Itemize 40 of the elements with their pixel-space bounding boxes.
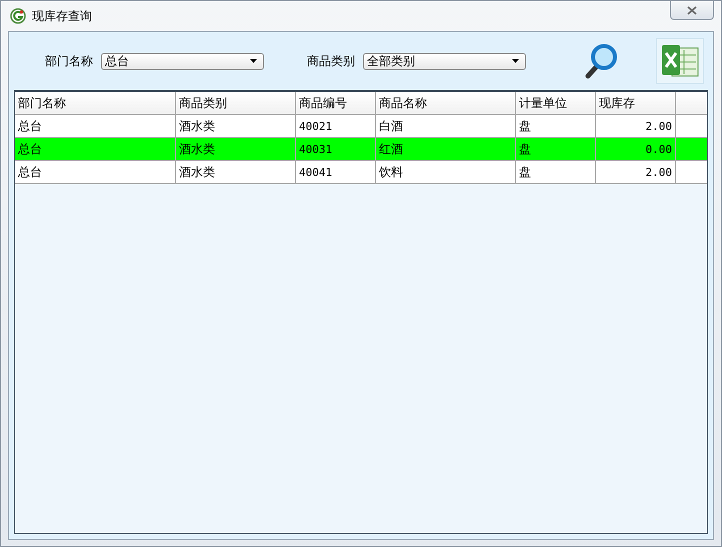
caret-icon — [512, 59, 519, 63]
table-cell: 酒水类 — [176, 161, 296, 183]
search-button[interactable] — [584, 43, 618, 79]
table-cell: 总台 — [15, 115, 176, 137]
column-header[interactable]: 计量单位 — [516, 92, 596, 114]
app-logo-icon — [10, 8, 26, 24]
filter-label: 部门名称 — [45, 52, 93, 70]
table-cell: 总台 — [15, 161, 176, 183]
table-cell: 酒水类 — [176, 115, 296, 137]
caret-icon — [250, 59, 257, 63]
filter-label: 商品类别 — [307, 52, 355, 70]
table-cell: 盘 — [516, 138, 596, 160]
table-cell: 盘 — [516, 115, 596, 137]
column-header[interactable]: 商品类别 — [176, 92, 296, 114]
table-row[interactable]: 总台 酒水类 40041 饮料 盘 2.00 — [15, 161, 707, 184]
table-cell: 饮料 — [376, 161, 516, 183]
table-cell: 红酒 — [376, 138, 516, 160]
table-cell: 盘 — [516, 161, 596, 183]
table-cell: 40031 — [296, 138, 376, 160]
export-excel-button[interactable] — [656, 38, 704, 84]
dropdown[interactable]: 全部类别 — [363, 52, 526, 70]
window-title: 现库存查询 — [32, 8, 92, 24]
table-cell: 白酒 — [376, 115, 516, 137]
column-header[interactable]: 现库存 — [596, 92, 676, 114]
close-icon — [687, 6, 697, 14]
close-button[interactable] — [670, 1, 714, 20]
table-cell: 2.00 — [596, 161, 676, 183]
dropdown[interactable]: 总台 — [101, 52, 264, 70]
table-row[interactable]: 总台 酒水类 40021 白酒 盘 2.00 — [15, 115, 707, 138]
table-cell: 2.00 — [596, 115, 676, 137]
table-cell: 总台 — [15, 138, 176, 160]
table-cell: 40041 — [296, 161, 376, 183]
column-header[interactable]: 商品名称 — [376, 92, 516, 114]
column-header[interactable]: 商品编号 — [296, 92, 376, 114]
column-header[interactable]: 部门名称 — [15, 92, 176, 114]
table-cell: 酒水类 — [176, 138, 296, 160]
search-icon — [584, 43, 618, 79]
table-row[interactable]: 总台 酒水类 40031 红酒 盘 0.00 — [15, 138, 707, 161]
table-cell: 40021 — [296, 115, 376, 137]
table-cell: 0.00 — [596, 138, 676, 160]
